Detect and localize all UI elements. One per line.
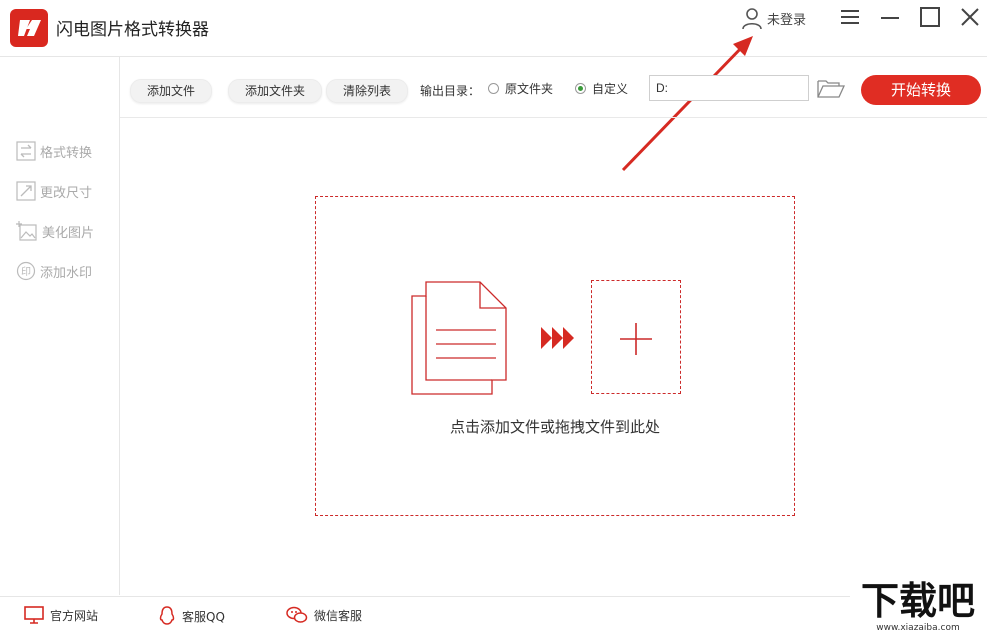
svg-text:下载吧: 下载吧 [861, 579, 975, 623]
plus-icon [620, 323, 652, 355]
maximize-button[interactable] [917, 6, 943, 28]
footer-label: 微信客服 [314, 608, 363, 623]
sidebar-item-label: 更改尺寸 [40, 185, 93, 201]
stamp-icon: 印 [16, 261, 36, 281]
maximize-icon [920, 7, 940, 27]
monitor-icon [24, 606, 44, 624]
footer-label: 客服QQ [182, 609, 225, 624]
fast-forward-icon [541, 327, 574, 349]
radio-original-folder[interactable]: 原文件夹 [488, 80, 553, 97]
radio-dot-selected [575, 83, 586, 94]
image-sparkle-icon [16, 221, 37, 241]
swap-icon [16, 141, 36, 161]
svg-text:www.xiazaiba.com: www.xiazaiba.com [876, 623, 960, 633]
sidebar-item-label: 格式转换 [40, 145, 93, 161]
sidebar-item-resize[interactable]: 更改尺寸 [16, 180, 116, 202]
sidebar-item-watermark[interactable]: 印 添加水印 [16, 260, 116, 282]
add-placeholder[interactable] [591, 280, 681, 394]
footer-label: 官方网站 [50, 608, 99, 623]
output-dir-label: 输出目录： [420, 84, 481, 98]
sidebar-item-beautify[interactable]: 美化图片 [16, 220, 116, 242]
minimize-button[interactable] [877, 6, 903, 28]
start-convert-button[interactable]: 开始转换 [861, 75, 981, 105]
login-label: 未登录 [767, 12, 807, 28]
folder-open-icon [817, 80, 846, 98]
user-icon [742, 8, 762, 30]
sidebar-item-label: 添加水印 [40, 265, 93, 281]
document-icon [411, 281, 507, 395]
site-watermark: 下载吧 www.xiazaiba.com [850, 576, 987, 633]
clear-list-button[interactable]: 清除列表 [326, 79, 409, 103]
lightning-logo-icon [10, 9, 48, 47]
menu-button[interactable] [837, 6, 863, 28]
resize-icon [16, 181, 36, 201]
official-website-link[interactable]: 官方网站 [24, 606, 98, 624]
wechat-support-link[interactable]: 微信客服 [286, 606, 362, 624]
add-folder-button[interactable]: 添加文件夹 [228, 79, 323, 103]
login-button[interactable]: 未登录 [740, 5, 806, 31]
radio-custom[interactable]: 自定义 [575, 80, 628, 97]
qq-icon [159, 606, 175, 625]
add-file-button[interactable]: 添加文件 [130, 79, 213, 103]
browse-folder-button[interactable] [817, 79, 846, 103]
svg-text:印: 印 [21, 266, 31, 278]
radio-dot [488, 83, 499, 94]
radio-label: 自定义 [592, 82, 629, 96]
minimize-icon [881, 17, 899, 19]
output-path-input[interactable] [649, 75, 809, 101]
menu-icon [841, 10, 859, 24]
radio-label: 原文件夹 [505, 82, 554, 96]
sidebar-item-format-convert[interactable]: 格式转换 [16, 140, 116, 162]
sidebar [0, 57, 120, 595]
app-title: 闪电图片格式转换器 [56, 20, 209, 40]
close-button[interactable] [957, 6, 983, 28]
sidebar-item-label: 美化图片 [42, 225, 95, 241]
xiazaiba-logo: 下载吧 www.xiazaiba.com [850, 576, 987, 633]
footer [0, 596, 987, 634]
close-icon [961, 8, 979, 26]
qq-support-link[interactable]: 客服QQ [158, 606, 225, 626]
wechat-icon [286, 606, 308, 623]
drop-hint: 点击添加文件或拖拽文件到此处 [449, 418, 660, 436]
file-drop-zone[interactable] [315, 196, 795, 516]
